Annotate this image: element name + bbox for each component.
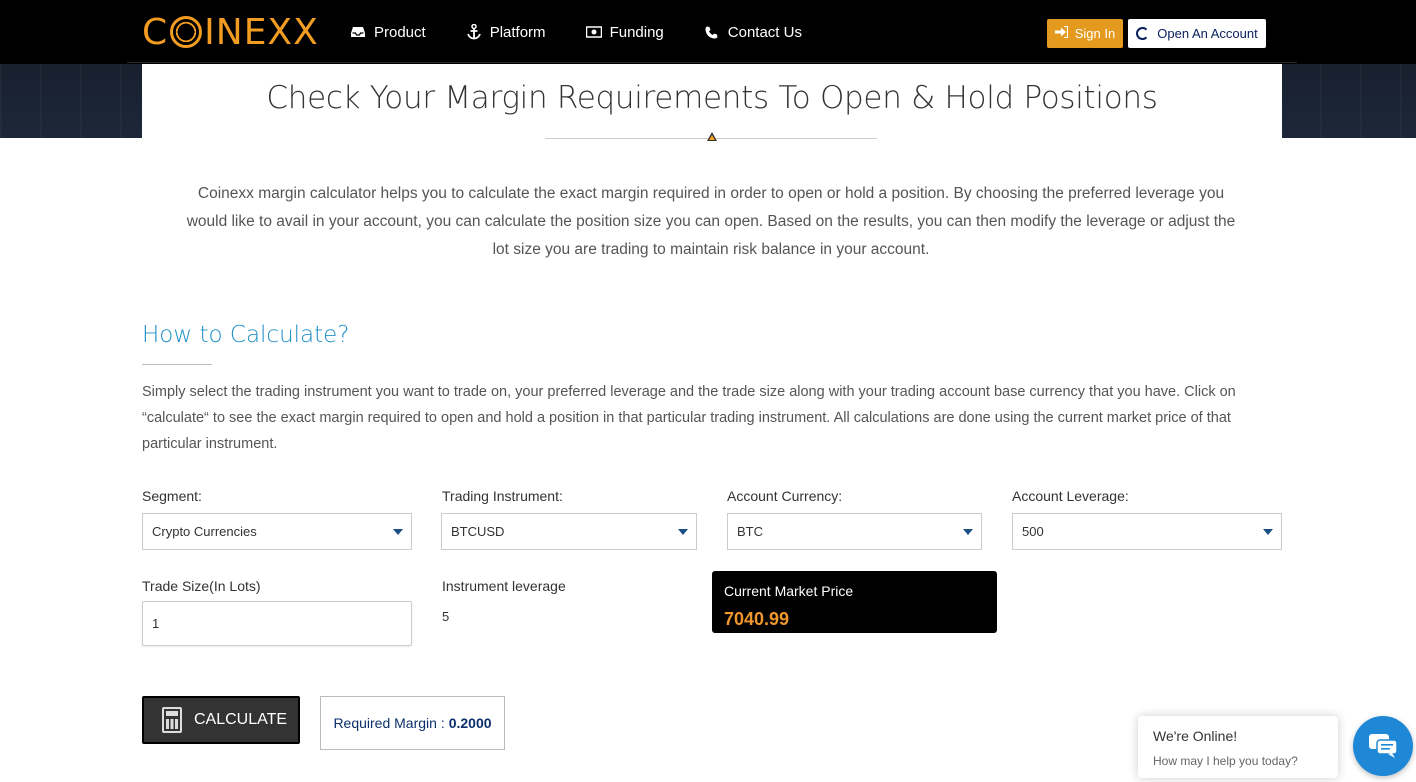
section-text: Simply select the trading instrument you… bbox=[142, 384, 1236, 452]
instrument-select[interactable]: BTCUSD bbox=[441, 513, 697, 550]
nav-item-contact[interactable]: Contact Us bbox=[704, 24, 802, 41]
nav-item-platform[interactable]: Platform bbox=[466, 24, 546, 41]
chat-subtitle: How may I help you today? bbox=[1153, 754, 1298, 768]
nav-label: Funding bbox=[609, 23, 664, 41]
coinexx-logo[interactable]: C INEXX bbox=[142, 11, 319, 53]
coin-icon bbox=[170, 16, 203, 48]
currency-value: BTC bbox=[737, 524, 763, 539]
chevron-down-icon bbox=[1263, 529, 1273, 535]
sign-in-button[interactable]: Sign In bbox=[1047, 19, 1123, 48]
calculate-button[interactable]: CALCULATE bbox=[142, 696, 300, 744]
phone-icon bbox=[704, 24, 720, 40]
instrument-leverage-label: Instrument leverage bbox=[442, 578, 566, 594]
page-title: Check Your Margin Requirements To Open &… bbox=[266, 80, 1158, 116]
required-margin-box: Required Margin : 0.2000 bbox=[320, 696, 505, 750]
market-price-value: 7040.99 bbox=[724, 609, 790, 629]
chat-launcher-button[interactable] bbox=[1353, 716, 1413, 776]
nav-label: Product bbox=[374, 23, 426, 41]
leverage-label: Account Leverage: bbox=[1012, 488, 1129, 504]
calculator-icon bbox=[162, 707, 182, 733]
intro-paragraph: Coinexx margin calculator helps you to c… bbox=[186, 185, 1236, 258]
main-nav: Product Platform Funding Contact Us bbox=[350, 0, 842, 64]
nav-item-funding[interactable]: Funding bbox=[585, 23, 664, 41]
logo-text-right: INEXX bbox=[204, 11, 319, 53]
chat-title: We're Online! bbox=[1153, 728, 1238, 744]
trade-size-value: 1 bbox=[152, 616, 160, 631]
trade-size-input[interactable]: 1 bbox=[142, 601, 412, 646]
segment-value: Crypto Currencies bbox=[152, 524, 257, 539]
chevron-down-icon bbox=[678, 529, 688, 535]
segment-label: Segment: bbox=[142, 488, 202, 504]
instrument-leverage-value: 5 bbox=[442, 609, 450, 624]
currency-label: Account Currency: bbox=[727, 488, 843, 504]
chat-bubble[interactable]: We're Online! How may I help you today? bbox=[1138, 716, 1338, 778]
open-account-label: Open An Account bbox=[1157, 26, 1258, 41]
section-title: How to Calculate? bbox=[142, 322, 350, 348]
logo-text-left: C bbox=[142, 11, 169, 53]
trade-size-label: Trade Size(In Lots) bbox=[142, 578, 261, 594]
sign-in-label: Sign In bbox=[1074, 26, 1116, 41]
open-account-button[interactable]: Open An Account bbox=[1128, 19, 1266, 48]
calculate-label: CALCULATE bbox=[194, 711, 288, 728]
market-price-label: Current Market Price bbox=[724, 583, 854, 599]
segment-select[interactable]: Crypto Currencies bbox=[142, 513, 412, 550]
currency-select[interactable]: BTC bbox=[727, 513, 982, 550]
chevron-down-icon bbox=[393, 529, 403, 535]
instrument-label: Trading Instrument: bbox=[442, 488, 563, 504]
nav-label: Contact Us bbox=[727, 23, 802, 41]
inbox-icon bbox=[350, 24, 366, 40]
instrument-value: BTCUSD bbox=[451, 524, 505, 539]
chevron-down-icon bbox=[963, 529, 973, 535]
leverage-select[interactable]: 500 bbox=[1012, 513, 1282, 550]
warning-triangle-icon bbox=[707, 132, 717, 141]
nav-item-product[interactable]: Product bbox=[350, 24, 426, 41]
spinner-icon bbox=[1136, 27, 1150, 40]
required-margin-label: Required Margin : bbox=[333, 715, 445, 731]
nav-label: Platform bbox=[489, 23, 546, 41]
market-price-box: Current Market Price 7040.99 bbox=[712, 571, 997, 633]
anchor-icon bbox=[466, 24, 482, 40]
required-margin-value: 0.2000 bbox=[448, 715, 492, 731]
section-underline bbox=[142, 364, 212, 365]
leverage-value: 500 bbox=[1022, 524, 1044, 539]
chat-icon bbox=[1369, 734, 1398, 758]
money-icon bbox=[585, 24, 602, 40]
sign-in-icon bbox=[1054, 25, 1068, 41]
